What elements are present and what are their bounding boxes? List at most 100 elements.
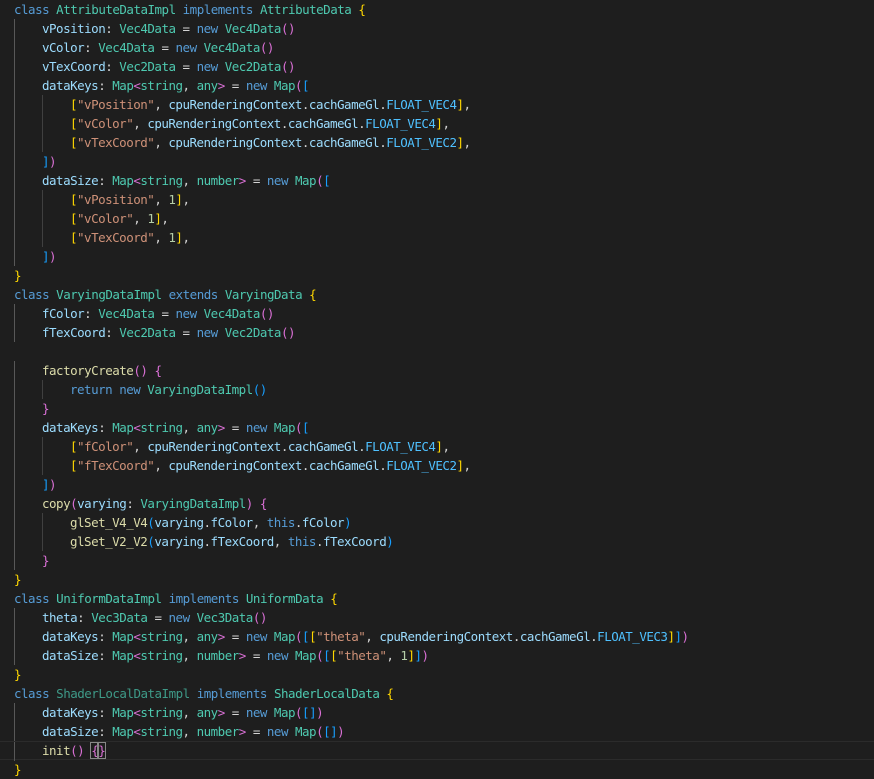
code-token: dataSize: [42, 648, 99, 663]
bracket: [: [302, 78, 310, 93]
bracket: >: [217, 629, 226, 644]
code-editor[interactable]: class AttributeDataImpl implements Attri…: [0, 0, 874, 779]
code-token: fColor: [301, 515, 345, 530]
code-token: cachGameGl: [519, 629, 591, 644]
code-line[interactable]: }: [0, 570, 874, 589]
code-token: any: [196, 78, 219, 93]
code-token: =: [231, 705, 240, 720]
code-line[interactable]: ["vColor", cpuRenderingContext.cachGameG…: [0, 114, 874, 133]
indent-guide: [14, 646, 42, 665]
bracket: ): [287, 21, 296, 36]
indent-guide: [14, 361, 42, 380]
code-token: any: [196, 420, 219, 435]
code-token: =: [161, 40, 169, 55]
string-literal: "vPosition": [77, 97, 155, 112]
code-line[interactable]: dataKeys: Map<string, any> = new Map([: [0, 418, 874, 437]
code-token: any: [196, 705, 219, 720]
bracket: {: [259, 496, 268, 511]
bracket: ): [337, 724, 345, 739]
code-line[interactable]: class UniformDataImpl implements Uniform…: [0, 589, 874, 608]
code-line[interactable]: }: [0, 665, 874, 684]
code-line[interactable]: ["vTexCoord", cpuRenderingContext.cachGa…: [0, 133, 874, 152]
bracket: ): [49, 249, 57, 264]
bracket: }: [14, 572, 22, 587]
bracket: ]: [674, 629, 682, 644]
indent-guide: [14, 399, 42, 418]
keyword: this: [266, 515, 296, 530]
code-token: ShaderLocalData: [274, 686, 380, 701]
code-line[interactable]: dataKeys: Map<string, any> = new Map([]): [0, 703, 874, 722]
code-token: cpuRenderingContext: [168, 135, 302, 150]
indent-guide: [42, 190, 70, 209]
code-line[interactable]: dataKeys: Map<string, any> = new Map([: [0, 76, 874, 95]
code-line[interactable]: vColor: Vec4Data = new Vec4Data(): [0, 38, 874, 57]
bracket: ): [266, 40, 275, 55]
code-line[interactable]: ["vPosition", 1],: [0, 190, 874, 209]
code-line[interactable]: vPosition: Vec4Data = new Vec4Data(): [0, 19, 874, 38]
code-token: Vec3Data: [91, 610, 148, 625]
code-line[interactable]: vTexCoord: Vec2Data = new Vec2Data(): [0, 57, 874, 76]
bracket: ]: [456, 97, 464, 112]
function-name: glSet_V2_V2: [70, 534, 148, 549]
code-line[interactable]: [0, 342, 874, 361]
code-token: number: [196, 173, 240, 188]
code-token: UniformDataImpl: [56, 591, 162, 606]
indent-guide: [14, 171, 42, 190]
code-line[interactable]: ["fTexCoord", cpuRenderingContext.cachGa…: [0, 456, 874, 475]
code-token: .: [512, 629, 521, 644]
code-line[interactable]: dataSize: Map<string, number> = new Map(…: [0, 722, 874, 741]
code-line[interactable]: dataSize: Map<string, number> = new Map(…: [0, 646, 874, 665]
code-line[interactable]: return new VaryingDataImpl(): [0, 380, 874, 399]
code-line[interactable]: factoryCreate() {: [0, 361, 874, 380]
bracket: [: [302, 705, 310, 720]
keyword: class: [14, 287, 50, 302]
code-line[interactable]: ["vPosition", cpuRenderingContext.cachGa…: [0, 95, 874, 114]
bracket: ]: [456, 458, 464, 473]
code-line[interactable]: ]): [0, 152, 874, 171]
code-line[interactable]: ["vTexCoord", 1],: [0, 228, 874, 247]
bracket: [: [70, 192, 78, 207]
code-token: .: [301, 458, 310, 473]
code-line[interactable]: ["vColor", 1],: [0, 209, 874, 228]
code-token: dataSize: [42, 173, 99, 188]
code-token: fColor: [42, 306, 85, 321]
code-line[interactable]: class AttributeDataImpl implements Attri…: [0, 0, 874, 19]
bracket: ]: [414, 648, 422, 663]
code-token: =: [182, 325, 191, 340]
code-line[interactable]: fColor: Vec4Data = new Vec4Data(): [0, 304, 874, 323]
code-token: Map: [112, 705, 134, 720]
code-token: dataKeys: [42, 629, 99, 644]
code-line[interactable]: ]): [0, 475, 874, 494]
code-line[interactable]: class VaryingDataImpl extends VaryingDat…: [0, 285, 874, 304]
code-token: Vec2Data: [224, 59, 282, 74]
bracket: (: [259, 306, 268, 321]
code-line[interactable]: class ShaderLocalDataImpl implements Sha…: [0, 684, 874, 703]
code-line[interactable]: }: [0, 551, 874, 570]
code-line[interactable]: }: [0, 399, 874, 418]
code-line[interactable]: init() {}: [0, 741, 874, 761]
code-token: string: [140, 420, 183, 435]
indent-guide: [14, 76, 42, 95]
code-line[interactable]: ["fColor", cpuRenderingContext.cachGameG…: [0, 437, 874, 456]
code-token: Map: [112, 648, 134, 663]
code-line[interactable]: }: [0, 760, 874, 779]
code-line[interactable]: dataKeys: Map<string, any> = new Map([["…: [0, 627, 874, 646]
code-line[interactable]: fTexCoord: Vec2Data = new Vec2Data(): [0, 323, 874, 342]
code-line[interactable]: glSet_V4_V4(varying.fColor, this.fColor): [0, 513, 874, 532]
code-line[interactable]: }: [0, 266, 874, 285]
keyword: class: [14, 591, 50, 606]
code-line[interactable]: ]): [0, 247, 874, 266]
code-line[interactable]: dataSize: Map<string, number> = new Map(…: [0, 171, 874, 190]
code-line[interactable]: glSet_V2_V2(varying.fTexCoord, this.fTex…: [0, 532, 874, 551]
code-line[interactable]: copy(varying: VaryingDataImpl) {: [0, 494, 874, 513]
code-token: =: [252, 724, 261, 739]
code-line[interactable]: theta: Vec3Data = new Vec3Data(): [0, 608, 874, 627]
